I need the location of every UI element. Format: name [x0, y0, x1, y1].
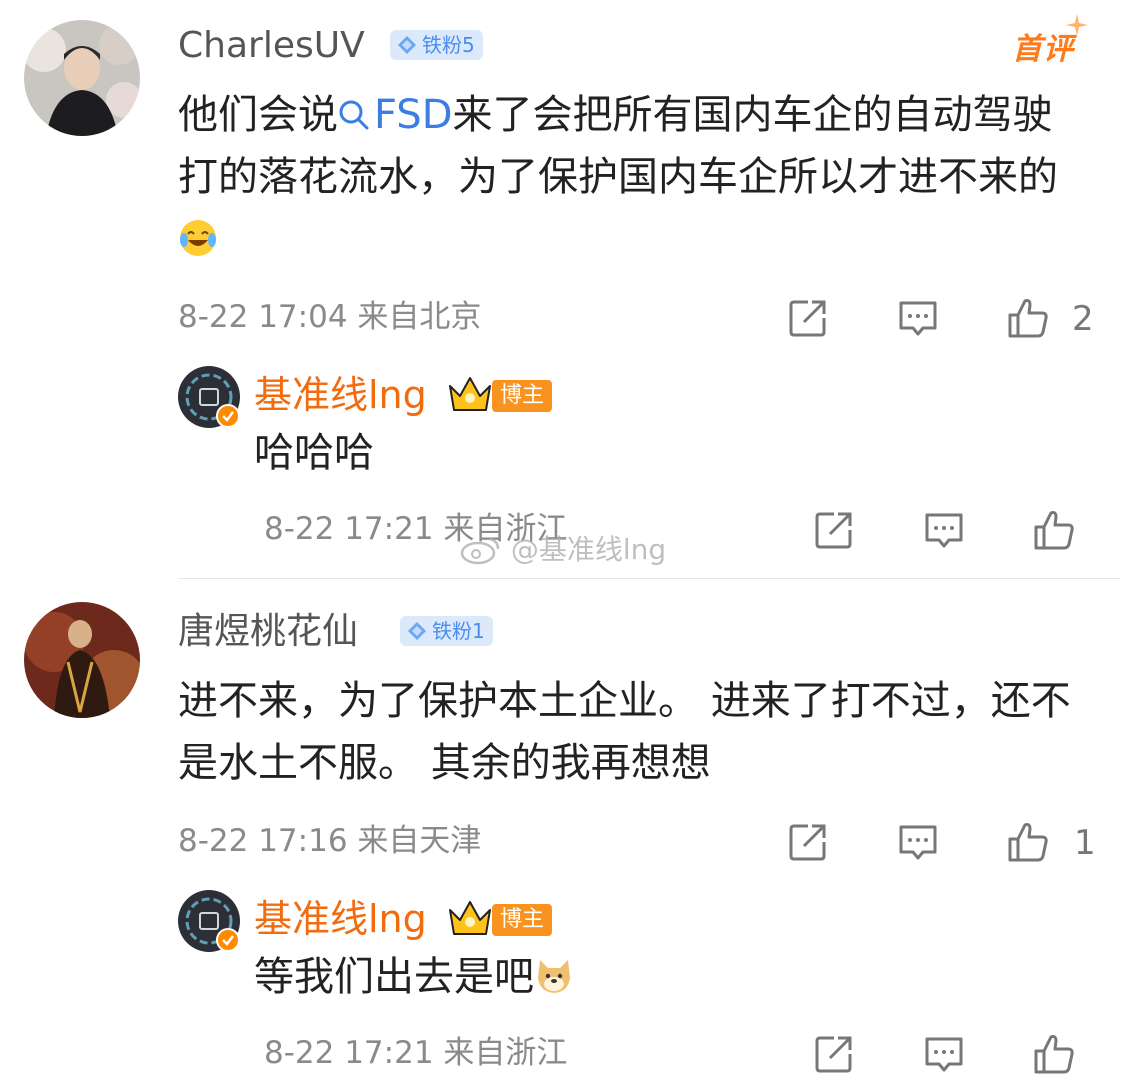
- fan-badge-label: 铁粉1: [432, 619, 485, 643]
- comment-icon[interactable]: [896, 296, 940, 340]
- host-badge: 博主: [492, 904, 553, 936]
- divider: [178, 578, 1120, 579]
- crown-icon: [449, 377, 491, 411]
- watermark-text: @基准线lng: [510, 533, 667, 566]
- avatar-charlesuv[interactable]: [24, 20, 140, 136]
- comment-text-part: 他们会说: [178, 92, 338, 138]
- comment-username[interactable]: 唐煜桃花仙: [178, 614, 358, 650]
- fan-badge[interactable]: 铁粉1: [400, 616, 493, 646]
- reply-text: 哈哈哈: [254, 430, 374, 476]
- like-icon[interactable]: [1032, 1032, 1076, 1076]
- host-badge: 博主: [492, 380, 553, 412]
- avatar-tangyu[interactable]: [24, 602, 140, 718]
- like-icon[interactable]: [1006, 296, 1050, 340]
- laugh-cry-emoji: [180, 220, 216, 256]
- fan-badge-label: 铁粉5: [422, 33, 475, 57]
- comment-icon[interactable]: [922, 508, 966, 552]
- verified-icon: [216, 404, 240, 428]
- diamond-icon: [398, 36, 416, 54]
- comment-text: 进不来，为了保护本土企业。 进来了打不过，还不是水土不服。 其余的我再想想: [178, 678, 1071, 786]
- crown-icon: [449, 901, 491, 935]
- topic-label: FSD: [374, 92, 453, 138]
- like-icon[interactable]: [1006, 820, 1050, 864]
- fan-badge[interactable]: 铁粉5: [390, 30, 483, 60]
- share-icon[interactable]: [786, 296, 830, 340]
- doge-emoji: [538, 960, 570, 993]
- reply-username[interactable]: 基准线lng: [254, 376, 427, 414]
- reply-meta: 8-22 17:21 来自浙江: [264, 1035, 568, 1071]
- like-count: 2: [1072, 299, 1094, 339]
- comment-icon[interactable]: [896, 820, 940, 864]
- reply-text-label: 等我们出去是吧: [254, 954, 534, 1000]
- share-icon[interactable]: [812, 508, 856, 552]
- topic-link[interactable]: FSD: [338, 92, 453, 138]
- comment-meta: 8-22 17:16 来自天津: [178, 823, 482, 859]
- weibo-logo-icon: [460, 537, 500, 565]
- verified-icon: [216, 928, 240, 952]
- like-count: 1: [1074, 823, 1096, 863]
- search-icon: [339, 100, 369, 130]
- comment-meta: 8-22 17:04 来自北京: [178, 299, 482, 335]
- sparkle-icon: [1066, 14, 1088, 36]
- comment-text: 他们会说 FSD来了会把所有国内车企的自动驾驶打的落花流水，为了保护国内车企所以才…: [178, 84, 1078, 270]
- like-icon[interactable]: [1032, 508, 1076, 552]
- share-icon[interactable]: [786, 820, 830, 864]
- diamond-icon: [408, 622, 426, 640]
- share-icon[interactable]: [812, 1032, 856, 1076]
- reply-text: 等我们出去是吧: [254, 946, 574, 1008]
- reply-username[interactable]: 基准线lng: [254, 900, 427, 938]
- comment-icon[interactable]: [922, 1032, 966, 1076]
- comment-username[interactable]: CharlesUV: [178, 28, 365, 64]
- watermark: @基准线lng: [460, 528, 666, 568]
- first-comment-tag: 首评: [1012, 32, 1074, 67]
